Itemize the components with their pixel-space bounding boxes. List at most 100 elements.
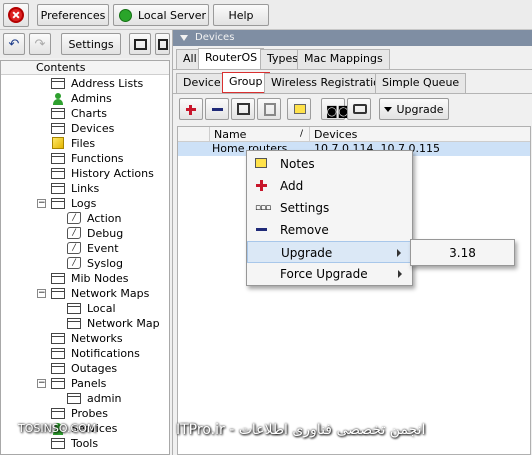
tree-item-admins[interactable]: Admins [51,91,112,106]
tree-item-label: Syslog [87,257,123,270]
tree-item-history-actions[interactable]: History Actions [51,166,154,181]
paste-button[interactable] [257,98,281,120]
tree-item-local[interactable]: Local [67,301,116,316]
user-icon [52,93,64,105]
print-button[interactable] [347,98,371,120]
tree-item-label: Panels [71,377,107,390]
remove-button[interactable] [205,98,229,120]
collapse-toggle[interactable]: − [37,289,46,298]
tree-item-functions[interactable]: Functions [51,151,124,166]
tree-item-admin[interactable]: admin [67,391,121,406]
window-icon [51,273,65,284]
plus-icon [255,180,269,192]
tab-routeros[interactable]: RouterOS [198,48,265,69]
tree-item-address-lists[interactable]: Address Lists [51,76,143,91]
subtab-group[interactable]: Group [222,72,270,93]
watermark-left: TOSINSO.COM [18,422,97,435]
notes-button[interactable] [287,98,311,120]
export-icon [133,38,147,50]
menu-item-add[interactable]: Add [247,175,412,197]
undo-button[interactable]: ↶ [3,33,25,55]
add-button[interactable] [179,98,203,120]
tree-item-devices[interactable]: Devices [51,121,114,136]
redo-button[interactable]: ↷ [29,33,51,55]
window-title-bar[interactable]: Devices [173,30,532,46]
undo-icon: ↶ [8,36,20,52]
tree-item-label: Mib Nodes [71,272,129,285]
tree-item-charts[interactable]: Charts [51,106,107,121]
menu-label: Add [280,179,304,193]
tree-item-syslog[interactable]: / Syslog [67,256,123,271]
tree-item-label: History Actions [71,167,154,180]
script-icon: / [67,227,81,239]
tree-header: Contents [1,61,169,75]
table-header-devices[interactable]: Devices [310,127,530,142]
export-button[interactable] [129,33,151,55]
collapse-toggle[interactable]: − [37,199,46,208]
table-header-name[interactable]: Name / [210,127,310,142]
binoculars-icon: ◙◙ [326,104,350,118]
subtab-simple-queue[interactable]: Simple Queue [375,73,467,93]
folder-icon [52,137,64,149]
tree-item-networks[interactable]: Networks [51,331,123,346]
menu-item-upgrade[interactable]: Upgrade [247,241,412,263]
collapse-toggle[interactable]: − [37,379,46,388]
menu-item-force-upgrade[interactable]: Force Upgrade [247,263,412,285]
local-server-label: Local Server [138,8,207,22]
minus-icon [255,224,269,236]
tree-item-event[interactable]: / Event [67,241,119,256]
tree-item-network-maps[interactable]: Network Maps [51,286,149,301]
window-icon [51,348,65,359]
help-button[interactable]: Help [213,4,269,26]
submenu-item-version[interactable]: 3.18 [412,242,513,264]
window-icon [51,153,65,164]
window-icon [51,123,65,134]
tree-item-label: Devices [71,122,115,135]
tree-item-mib-nodes[interactable]: Mib Nodes [51,271,128,286]
window-icon [67,318,81,329]
note-icon [294,104,306,114]
menu-item-notes[interactable]: Notes [247,153,412,175]
upgrade-dropdown-button[interactable]: Upgrade [379,98,449,120]
menu-item-settings[interactable]: ▫▫▫ Settings [247,197,412,219]
tree-item-label: Probes [71,407,108,420]
tree-item-debug[interactable]: / Debug [67,226,123,241]
window-icon [67,393,81,404]
tree-item-label: admin [87,392,122,405]
tree-item-notifications[interactable]: Notifications [51,346,140,361]
window-icon [67,303,81,314]
tree-item-network-map[interactable]: Network Map [67,316,160,331]
menu-label: Remove [280,223,329,237]
connected-icon [119,8,132,22]
close-session-button[interactable] [3,3,29,27]
window-icon [51,168,65,179]
tree-item-links[interactable]: Links [51,181,99,196]
tree-item-label: Logs [71,197,97,210]
secondary-toolbar: ↶ ↷ Settings [0,30,170,58]
save-icon [157,38,168,50]
window-icon [51,333,65,344]
local-server-button[interactable]: Local Server [113,4,209,26]
settings-button[interactable]: Settings [61,33,121,55]
header-label: Name [214,128,247,141]
tab-mac-mappings[interactable]: Mac Mappings [297,49,390,69]
contents-tree: Contents Address Lists Admins Charts Dev… [0,60,170,455]
find-button[interactable]: ◙◙ [321,98,349,120]
tree-item-panels[interactable]: Panels [51,376,106,391]
tree-item-label: Outages [71,362,118,375]
window-icon [51,198,65,209]
preferences-button[interactable]: Preferences [37,4,109,26]
context-menu: Notes Add ▫▫▫ Settings Remove Upgrade For… [246,150,413,286]
tree-item-files[interactable]: Files [51,136,95,151]
menu-item-remove[interactable]: Remove [247,219,412,241]
menu-label: Upgrade [281,246,333,260]
tree-item-probes[interactable]: Probes [51,406,108,421]
tree-item-action[interactable]: / Action [67,211,121,226]
subtab-device[interactable]: Device [176,73,228,93]
save-button[interactable] [155,33,170,55]
copy-button[interactable] [231,98,255,120]
tree-item-logs[interactable]: Logs [51,196,96,211]
tree-item-outages[interactable]: Outages [51,361,117,376]
stop-icon [8,7,24,23]
main-toolbar: Preferences Local Server Help [0,0,532,30]
